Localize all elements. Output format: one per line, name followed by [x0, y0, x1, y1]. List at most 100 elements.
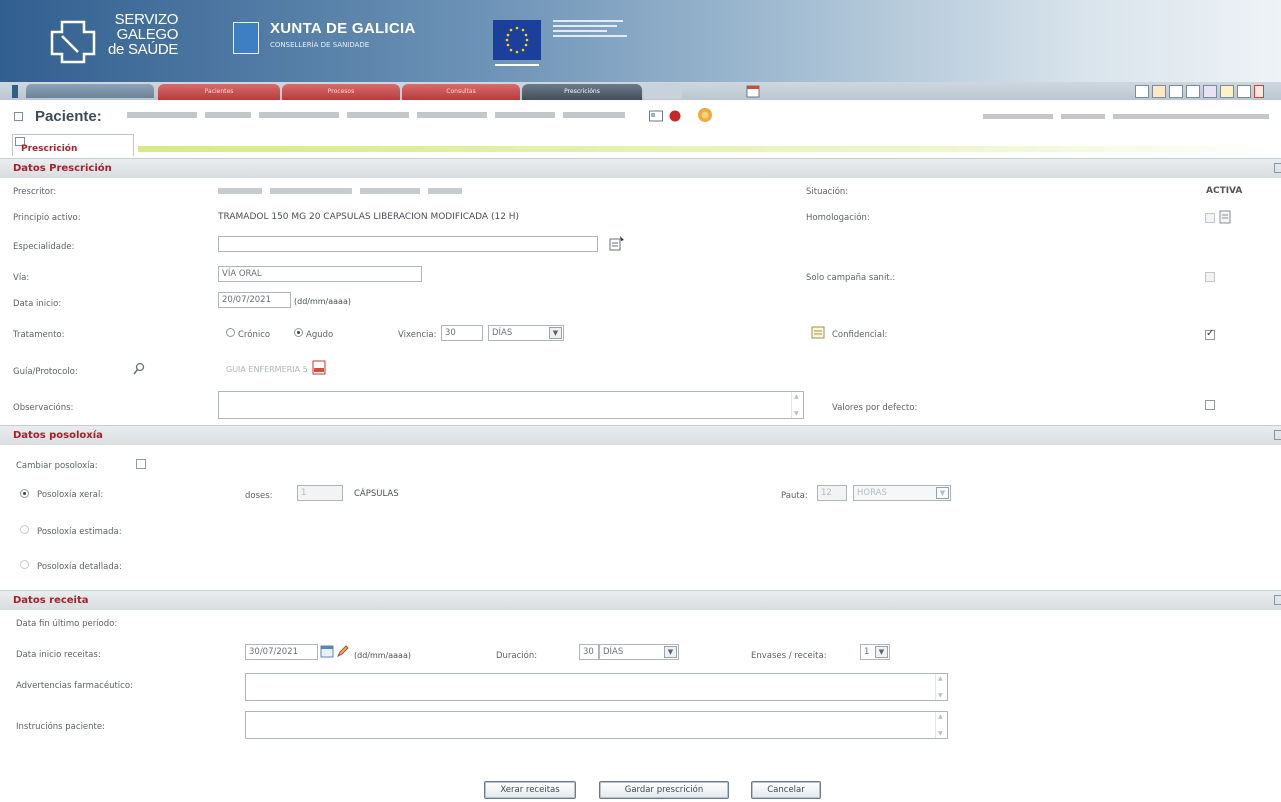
vixencia-input[interactable]: 30 — [441, 325, 483, 341]
guia-pdf-icon[interactable] — [312, 360, 326, 375]
data-inicio-receitas-format: (dd/mm/aaaa) — [354, 651, 411, 660]
cronico-label: Crónico — [238, 330, 271, 340]
calendar-icon[interactable] — [746, 85, 760, 98]
advertencias-textarea[interactable] — [245, 673, 948, 701]
especialidade-input[interactable] — [218, 236, 598, 252]
collapse-icon[interactable] — [1274, 430, 1281, 440]
prescriptor-label: Prescritor: — [13, 187, 57, 197]
posoloxia-estimada-label: Posoloxía estimada: — [37, 527, 122, 537]
section-datos-posoloxia[interactable]: Datos posoloxía — [0, 425, 1281, 445]
tab-prescricion[interactable]: Prescrición — [12, 134, 134, 156]
main-tab-bar: Pacientes Procesos Consultas Prescrición… — [0, 82, 1281, 100]
edit-pencil-icon[interactable] — [336, 644, 350, 658]
section-title: Datos posoloxía — [13, 430, 103, 441]
xerar-receitas-button[interactable]: Xerar receitas — [484, 781, 576, 799]
gardar-prescricion-button[interactable]: Gardar prescrición — [599, 781, 729, 799]
envases-receita-value: 1 — [864, 647, 870, 657]
toolbar-chart-icon[interactable] — [1203, 85, 1217, 98]
prescriptor-value-redacted — [218, 188, 462, 194]
homologacion-checkbox[interactable] — [1205, 213, 1215, 223]
menu-toggle-icon[interactable] — [12, 85, 18, 98]
posoloxia-xeral-radio[interactable] — [20, 489, 29, 498]
agudo-radio[interactable] — [294, 328, 303, 337]
data-inicio-receitas-input[interactable]: 30/07/2021 — [245, 644, 318, 660]
confidencial-note-icon[interactable] — [811, 326, 825, 339]
pauta-label: Pauta: — [781, 491, 808, 501]
tratamento-label: Tratamento: — [13, 330, 65, 340]
via-label: Vía: — [13, 273, 30, 283]
collapse-icon[interactable] — [1274, 163, 1281, 173]
xunta-emblem-icon — [233, 22, 259, 54]
observacions-scrollbar[interactable] — [791, 392, 803, 418]
homologacion-label: Homologación: — [806, 213, 870, 223]
cambiar-posoloxia-label: Cambiar posoloxía: — [16, 461, 98, 471]
tab-prescricions[interactable]: Prescricións — [522, 84, 642, 100]
duracion-unit-select[interactable]: DÍAS ▼ — [599, 644, 679, 660]
toolbar-print-icon[interactable] — [1152, 85, 1166, 98]
agudo-label: Agudo — [306, 330, 334, 340]
data-inicio-input[interactable]: 20/07/2021 — [218, 292, 291, 308]
patient-expand-icon[interactable] — [14, 112, 23, 121]
cambiar-posoloxia-checkbox[interactable] — [136, 459, 146, 469]
section-datos-prescricion[interactable]: Datos Prescrición — [0, 158, 1281, 178]
navigation-arrows[interactable] — [26, 84, 154, 98]
patient-info-redacted — [983, 114, 1269, 119]
section-datos-receita[interactable]: Datos receita — [0, 590, 1281, 610]
data-fin-periodo-label: Data fin último período: — [16, 619, 118, 629]
duracion-label: Duración: — [496, 651, 538, 661]
posoloxia-xeral-label: Posoloxía xeral: — [37, 490, 104, 500]
doses-input[interactable]: 1 — [297, 485, 343, 501]
posoloxia-detallada-radio[interactable] — [20, 560, 29, 569]
homologacion-document-icon[interactable] — [1219, 210, 1231, 224]
principio-activo-value: TRAMADOL 150 MG 20 CAPSULAS LIBERACION M… — [218, 212, 520, 222]
chevron-down-icon[interactable]: ▼ — [664, 646, 677, 658]
xunta-title: XUNTA DE GALICIA — [270, 20, 416, 37]
cronico-radio[interactable] — [226, 328, 235, 337]
via-input[interactable]: VÍA ORAL — [218, 266, 422, 282]
pauta-input[interactable]: 12 — [817, 485, 847, 501]
instrucions-scrollbar[interactable] — [935, 712, 947, 738]
toolbar-list-icon[interactable] — [1186, 85, 1200, 98]
chevron-down-icon[interactable]: ▼ — [936, 487, 949, 499]
toolbar-report-icon[interactable] — [1220, 85, 1234, 98]
chevron-down-icon[interactable]: ▼ — [549, 327, 562, 339]
pauta-unit-select[interactable]: HORAS ▼ — [853, 485, 951, 501]
collapse-icon[interactable] — [1274, 595, 1281, 605]
vixencia-unit-value: DÍAS — [492, 328, 513, 338]
confidencial-checkbox[interactable] — [1205, 328, 1215, 340]
especialidade-search-icon[interactable] — [609, 235, 625, 251]
guia-search-icon[interactable] — [133, 362, 145, 375]
tab-procesos[interactable]: Procesos — [282, 84, 400, 100]
duracion-unit-value: DÍAS — [603, 647, 624, 657]
data-inicio-format: (dd/mm/aaaa) — [294, 297, 351, 306]
data-inicio-receitas-label: Data inicio receitas: — [16, 650, 101, 660]
calendar-icon[interactable] — [320, 644, 334, 658]
toolbar-user-icon[interactable] — [1237, 85, 1251, 98]
tab-pacientes[interactable]: Pacientes — [158, 84, 280, 100]
subtab-row: Prescrición — [0, 130, 1281, 156]
patient-bar: Paciente: — [0, 103, 1281, 128]
eu-funding-text-graphic — [553, 20, 627, 37]
header-banner: SERVIZO GALEGO de SAÚDE XUNTA DE GALICIA… — [0, 0, 1281, 82]
especialidade-label: Especialidade: — [13, 242, 75, 252]
toolbar-document-icon[interactable] — [1135, 85, 1149, 98]
vixencia-unit-select[interactable]: DÍAS ▼ — [488, 325, 564, 341]
tab-consultas[interactable]: Consultas — [402, 84, 520, 100]
advertencias-scrollbar[interactable] — [935, 674, 947, 700]
tab-extra[interactable] — [644, 83, 682, 99]
observacions-textarea[interactable] — [218, 391, 804, 419]
instrucions-textarea[interactable] — [245, 711, 948, 739]
cancelar-button[interactable]: Cancelar — [751, 781, 821, 799]
toolbar-search-icon[interactable] — [1169, 85, 1183, 98]
chevron-down-icon[interactable]: ▼ — [875, 646, 888, 658]
solo-campana-checkbox[interactable] — [1205, 272, 1215, 282]
patient-card-icon[interactable] — [649, 110, 663, 122]
posoloxia-estimada-radio[interactable] — [20, 525, 29, 534]
valores-defecto-checkbox[interactable] — [1205, 400, 1215, 410]
toolbar-power-icon[interactable] — [1254, 85, 1264, 98]
patient-status-icon[interactable] — [697, 107, 713, 123]
patient-alert-icon[interactable] — [668, 110, 682, 122]
envases-receita-select[interactable]: 1 ▼ — [860, 644, 890, 660]
doses-unit: CÁPSULAS — [354, 489, 399, 499]
duracion-input[interactable]: 30 — [579, 644, 599, 660]
